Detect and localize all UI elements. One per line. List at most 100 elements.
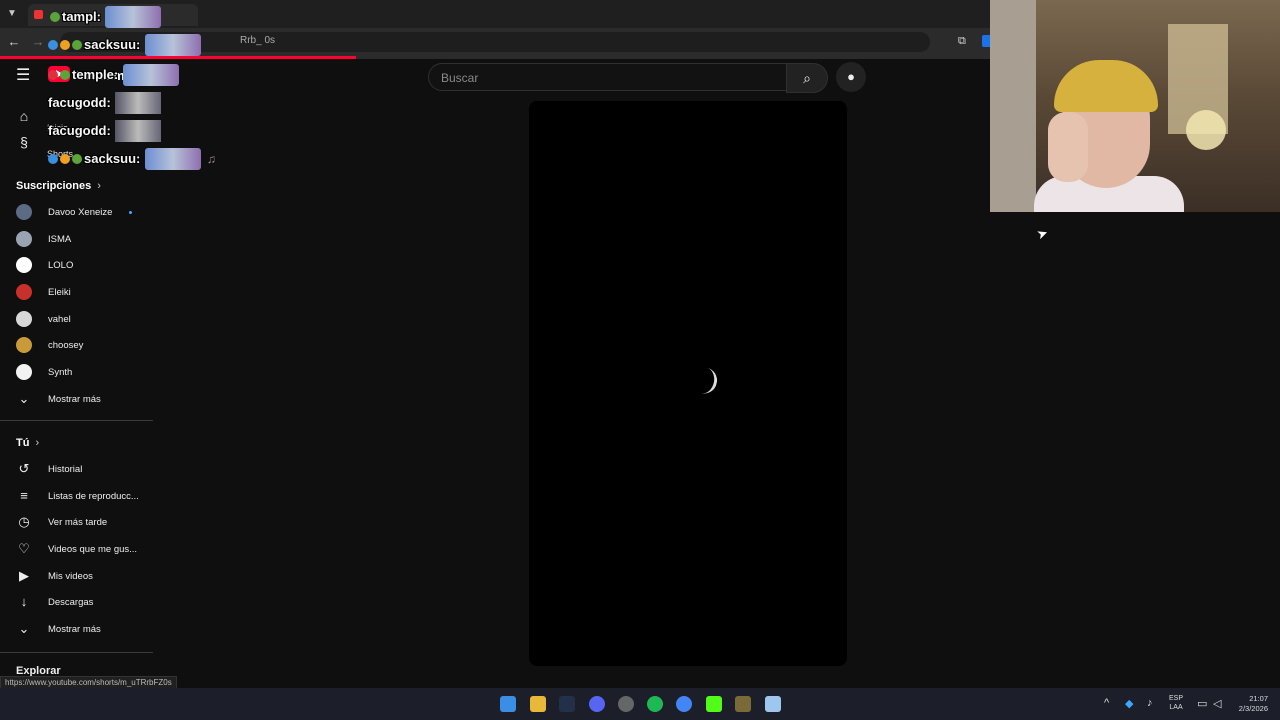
- search-button[interactable]: ⌕: [786, 63, 828, 93]
- liked-videos-icon: ♡: [18, 541, 30, 556]
- sidebar-item-label: Mis videos: [48, 571, 93, 582]
- minecraft-icon[interactable]: [735, 696, 751, 712]
- watch-later-icon: ◷: [18, 514, 30, 529]
- chat-username: sacksuu:: [84, 37, 141, 53]
- subscription-item[interactable]: vahel: [0, 306, 153, 332]
- chevron-right-icon: ›: [35, 437, 40, 449]
- security-shield-icon[interactable]: ◆: [1125, 697, 1133, 710]
- my-videos-icon: ▶: [19, 568, 29, 583]
- you-title[interactable]: Tú ›: [16, 437, 39, 449]
- notepad-icon[interactable]: [765, 696, 781, 712]
- chevron-down-icon: ⌄: [18, 391, 30, 406]
- chat-badge-icon: [72, 154, 82, 164]
- chat-emote: [144, 34, 201, 56]
- search-box: [428, 63, 788, 91]
- you-show-more[interactable]: ⌄ Mostrar más: [0, 616, 153, 642]
- youtube-favicon-icon: [34, 10, 43, 19]
- playlists-icon: ≡: [20, 488, 28, 503]
- webcam-curtain: [990, 0, 1036, 212]
- mouse-cursor-icon: ➤: [1034, 224, 1050, 243]
- chat-username: facugodd:: [48, 95, 111, 111]
- kick-icon[interactable]: [706, 696, 722, 712]
- address-text: Rrb_ 0s: [240, 35, 276, 46]
- sidebar-item-label: Historial: [48, 464, 83, 475]
- volume-icon[interactable]: ◁: [1213, 697, 1221, 710]
- voice-search-button[interactable]: ●: [836, 62, 866, 92]
- chevron-right-icon: ›: [97, 180, 101, 192]
- sidebar-item-label: Descargas: [48, 597, 94, 608]
- file-explorer-icon[interactable]: [530, 696, 546, 712]
- tray-chevron-icon[interactable]: ^: [1104, 697, 1109, 709]
- chat-badge-icon: [48, 70, 58, 80]
- chat-emote: [122, 64, 179, 86]
- subscription-item[interactable]: Synth: [0, 359, 153, 385]
- channel-avatar: [16, 284, 32, 300]
- chat-username: temple:: [72, 67, 119, 83]
- chat-message: temple:: [48, 64, 179, 86]
- subscription-item[interactable]: Davoo Xeneize: [0, 199, 153, 225]
- sidebar-item-playlists[interactable]: ≡ Listas de reproducc...: [0, 483, 153, 509]
- shorts-player[interactable]: [529, 101, 847, 666]
- forward-arrow-icon[interactable]: →: [30, 34, 46, 50]
- subscription-item[interactable]: LOLO: [0, 252, 153, 278]
- chat-message: facugodd:: [48, 120, 162, 142]
- discord-icon[interactable]: [589, 696, 605, 712]
- subscription-label: Davoo Xeneize: [48, 207, 113, 218]
- clock[interactable]: 21:07 2/3/2026: [1232, 694, 1268, 713]
- chat-username: facugodd:: [48, 123, 111, 139]
- chat-message: sacksuu:: [48, 34, 201, 56]
- sidebar-item-downloads[interactable]: ↓ Descargas: [0, 589, 153, 615]
- channel-avatar: [16, 204, 32, 220]
- chat-badge-icon: [50, 12, 60, 22]
- sidebar-item-my-videos[interactable]: ▶ Mis videos: [0, 563, 153, 589]
- subscription-item[interactable]: ISMA: [0, 226, 153, 252]
- subscription-item[interactable]: Eleiki: [0, 279, 153, 305]
- back-arrow-icon[interactable]: ←: [6, 34, 22, 50]
- subscription-label: Synth: [48, 367, 73, 378]
- chat-emote: [115, 120, 162, 142]
- webcam-hat: [1054, 60, 1158, 112]
- chat-username: tampl:: [62, 9, 101, 25]
- chevron-down-icon: ⌄: [18, 621, 30, 636]
- obs-icon[interactable]: [618, 696, 634, 712]
- home-icon: ⌂: [19, 108, 29, 124]
- chat-emote: [115, 92, 162, 114]
- sidebar-item-watch-later[interactable]: ◷ Ver más tarde: [0, 509, 153, 535]
- webcam-lamp: [1186, 110, 1226, 150]
- history-icon: ↺: [18, 461, 30, 476]
- shorts-icon: §: [20, 134, 28, 150]
- subscriptions-show-more[interactable]: ⌄ Mostrar más: [0, 386, 153, 412]
- extension-icon[interactable]: [982, 35, 990, 47]
- sidebar-item-liked-videos[interactable]: ♡ Videos que me gus...: [0, 536, 153, 562]
- subscription-label: vahel: [48, 314, 71, 325]
- steam-icon[interactable]: [559, 696, 575, 712]
- sidebar-item-label: Videos que me gus...: [48, 544, 138, 555]
- network-icon[interactable]: ▭: [1197, 697, 1207, 710]
- microphone-icon: ●: [847, 69, 855, 84]
- search-input[interactable]: [439, 68, 773, 88]
- chat-emote: [105, 6, 162, 28]
- taskbar: ^ ◆ ♪ ESP LAA ▭ ◁ 21:07 2/3/2026: [0, 688, 1280, 720]
- sidebar-item-label: Ver más tarde: [48, 517, 108, 528]
- language-indicator[interactable]: ESP LAA: [1169, 694, 1183, 712]
- microphone-tray-icon[interactable]: ♪: [1147, 697, 1153, 709]
- channel-avatar: [16, 311, 32, 327]
- chat-badge-icon: [60, 154, 70, 164]
- downloads-icon: ↓: [20, 594, 28, 609]
- hamburger-menu-icon[interactable]: ☰: [16, 68, 32, 84]
- chat-message: tampl:: [50, 6, 162, 28]
- windows-start-icon[interactable]: [500, 696, 516, 712]
- show-more-label: Mostrar más: [48, 624, 101, 635]
- cast-icon[interactable]: ⧉: [958, 34, 972, 48]
- chrome-icon[interactable]: [676, 696, 692, 712]
- clock-date: 2/3/2026: [1238, 703, 1268, 713]
- subscriptions-title[interactable]: Suscripciones ›: [16, 180, 101, 192]
- sidebar-divider: [0, 652, 153, 653]
- subscription-item[interactable]: choosey: [0, 332, 153, 358]
- sidebar-item-history[interactable]: ↺ Historial: [0, 456, 153, 482]
- search-icon: ⌕: [803, 70, 811, 86]
- chat-message: sacksuu: ♫: [48, 148, 216, 170]
- chat-badge-icon: [72, 40, 82, 50]
- spotify-icon[interactable]: [647, 696, 663, 712]
- tab-list-chevron-icon[interactable]: ▼: [4, 6, 20, 22]
